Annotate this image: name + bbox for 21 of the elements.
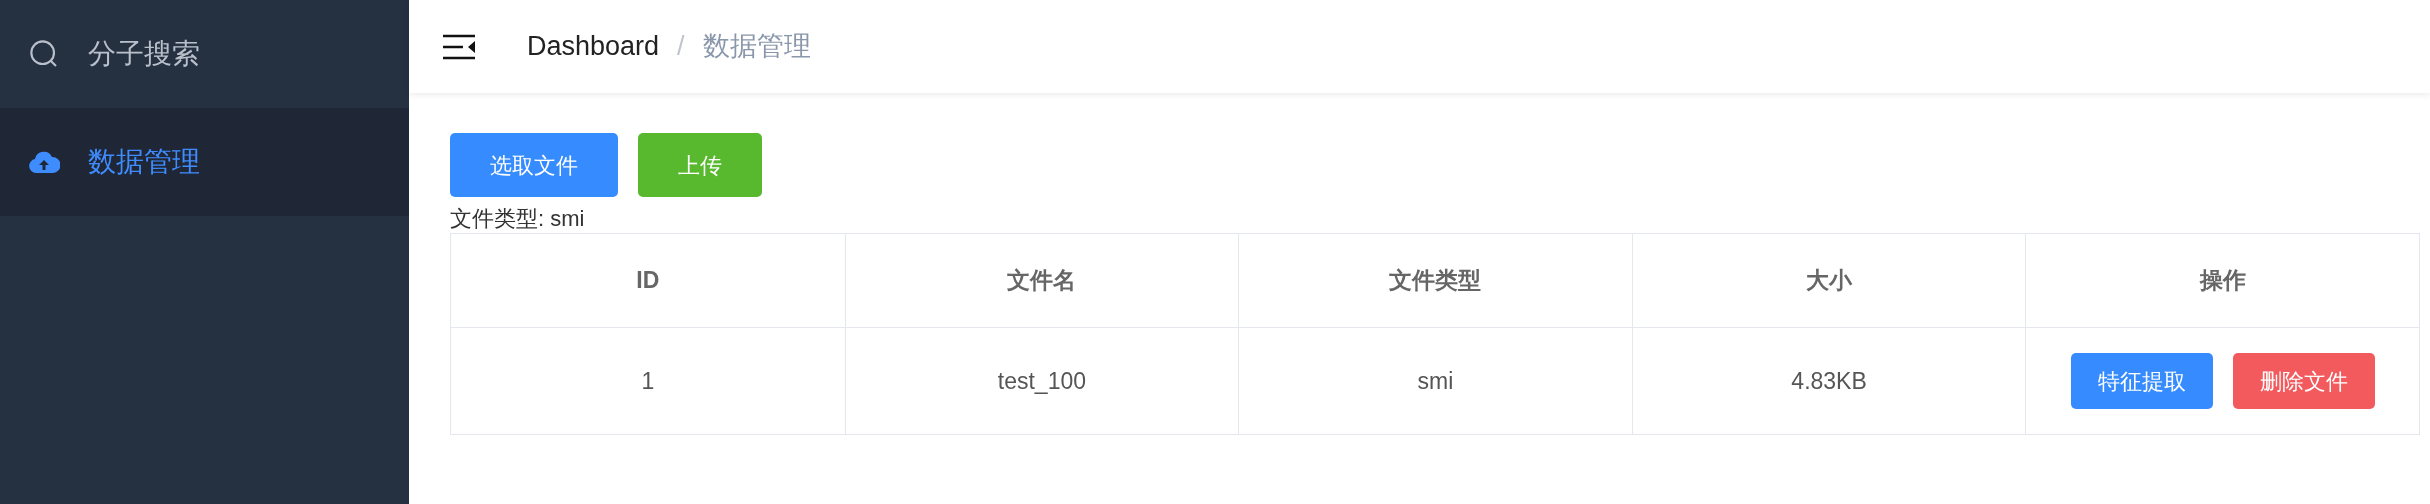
cloud-upload-icon [28,149,60,175]
toolbar-button[interactable]: 上传 [638,133,762,197]
table-cell-text: 1 [641,366,655,396]
menu-collapse-icon[interactable] [443,33,475,60]
table-cell-text: 4.83KB [1791,366,1867,396]
toolbar-button[interactable]: 选取文件 [450,133,618,197]
column-header: 大小 [1806,266,1853,296]
action-button[interactable]: 删除文件 [2232,353,2375,409]
breadcrumb-item[interactable]: Dashboard [527,26,660,67]
sidebar-item[interactable]: 分子搜索 [0,0,409,108]
file-type-label: 文件类型: smi [450,205,586,233]
breadcrumb-separator: / [677,30,685,64]
sidebar-item[interactable]: 数据管理 [0,108,409,216]
breadcrumb-item: 数据管理 [702,30,811,64]
column-header: 操作 [2199,266,2246,296]
table-cell-text: test_100 [997,366,1086,396]
action-button[interactable]: 特征提取 [2070,353,2213,409]
table-cell-text: smi [1417,366,1454,396]
column-header: 文件名 [1007,266,1077,296]
column-header: ID [636,266,660,296]
column-header: 文件类型 [1389,266,1482,296]
